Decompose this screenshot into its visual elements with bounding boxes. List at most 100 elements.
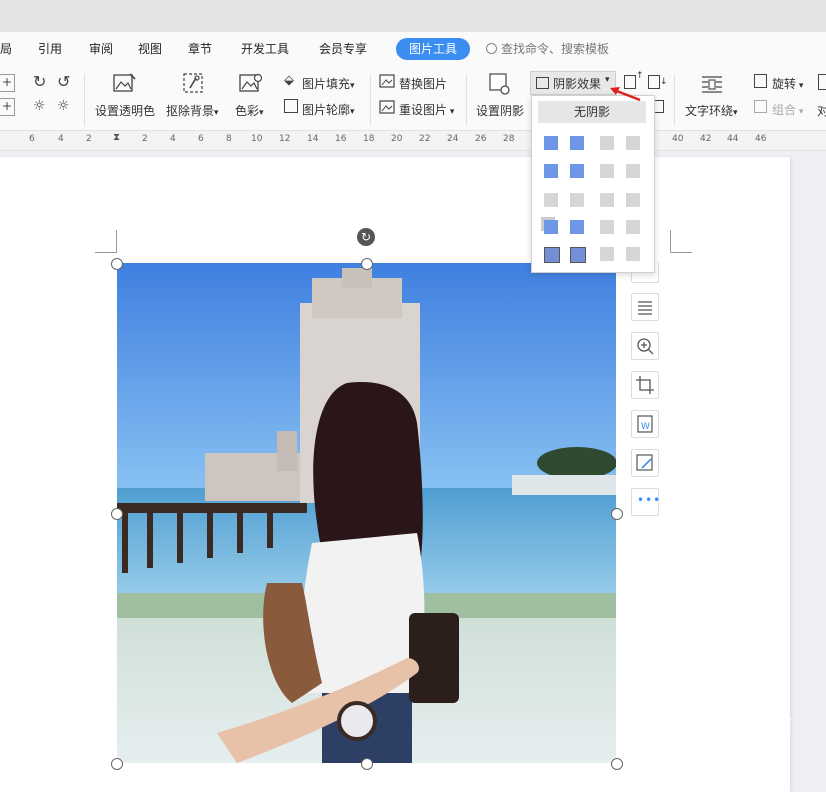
resize-handle-right[interactable]: [611, 508, 623, 520]
align-button[interactable]: 对: [817, 102, 826, 119]
ruler-tick: 28: [503, 134, 515, 144]
text-wrap-button[interactable]: 文字环绕▾: [685, 102, 738, 119]
shadow-option[interactable]: [544, 247, 560, 263]
resize-handle-top-left[interactable]: [111, 258, 123, 270]
ruler-tick: 8: [226, 134, 232, 144]
menu-references[interactable]: 引用: [38, 40, 62, 57]
selected-picture[interactable]: [117, 263, 616, 763]
crop-button[interactable]: [631, 371, 659, 399]
resize-handle-top[interactable]: [361, 258, 373, 270]
ruler-tick: 2: [86, 134, 92, 144]
search-input[interactable]: 查找命令、搜索模板: [486, 40, 609, 57]
rotate-right-icon[interactable]: ↺: [57, 72, 70, 91]
set-shadow-icon: [489, 73, 510, 95]
resize-handle-bottom[interactable]: [361, 758, 373, 770]
no-shadow-option[interactable]: 无阴影: [538, 101, 646, 123]
tab-picture-tools[interactable]: 图片工具: [396, 38, 470, 60]
ruler-tick: 12: [279, 134, 291, 144]
shadow-effect-dropdown: 无阴影: [531, 95, 655, 273]
search-placeholder: 查找命令、搜索模板: [501, 42, 610, 56]
set-transparent-icon: [113, 73, 136, 92]
title-strip: [0, 0, 826, 32]
picture-edit-icon: [636, 454, 653, 471]
shadow-option[interactable]: [544, 164, 558, 178]
color-icon: [239, 73, 263, 92]
ruler-tick: 18: [363, 134, 375, 144]
shadow-option[interactable]: [600, 136, 614, 150]
menu-layout[interactable]: 局: [0, 40, 12, 57]
baidu-watermark: Baidu经验: [640, 707, 793, 740]
convert-to-text-button[interactable]: W: [631, 410, 659, 438]
ruler-tick: 24: [447, 134, 459, 144]
ruler-tick: 10: [251, 134, 263, 144]
plus-icon[interactable]: +: [0, 74, 15, 92]
ruler-tick: 40: [672, 134, 684, 144]
svg-text:W: W: [641, 422, 650, 432]
search-icon: [486, 43, 497, 54]
shadow-option[interactable]: [626, 220, 640, 234]
brightness-down-icon[interactable]: ☼: [57, 98, 70, 114]
shadow-option[interactable]: [626, 164, 640, 178]
horizontal-ruler: 6 4 2 ⧗ 2 4 6 8 10 12 14 16 18 20 22 24 …: [0, 131, 826, 151]
picture-edit-button[interactable]: [631, 449, 659, 477]
ruler-tick: 6: [29, 134, 35, 144]
shadow-option[interactable]: [544, 220, 558, 234]
set-shadow-button[interactable]: 设置阴影: [476, 102, 524, 119]
shadow-option[interactable]: [570, 220, 584, 234]
resize-handle-left[interactable]: [111, 508, 123, 520]
text-wrap-icon: [702, 76, 722, 93]
group-button[interactable]: 组合 ▾: [772, 101, 803, 118]
more-options-button[interactable]: •••: [631, 488, 662, 516]
layout-options-button[interactable]: [631, 293, 659, 321]
shadow-square-icon: [536, 77, 549, 89]
menu-developer[interactable]: 开发工具: [241, 40, 289, 57]
brightness-up-icon[interactable]: ☼: [33, 98, 46, 114]
photo-illustration: [117, 263, 616, 763]
rotate-left-icon[interactable]: ↻: [33, 72, 46, 91]
shadow-option[interactable]: [570, 193, 584, 207]
replace-picture-button[interactable]: 替换图片: [399, 75, 447, 92]
picture-fill-button[interactable]: 图片填充▾: [302, 75, 355, 92]
shadow-option[interactable]: [626, 193, 640, 207]
remove-background-button[interactable]: 抠除背景▾: [166, 102, 219, 119]
zoom-button[interactable]: [631, 332, 659, 360]
shadow-option[interactable]: [544, 136, 558, 150]
ruler-tick: 14: [307, 134, 319, 144]
shadow-option[interactable]: [570, 164, 584, 178]
reset-picture-button[interactable]: 重设图片 ▾: [399, 101, 454, 118]
ruler-tick: 42: [700, 134, 712, 144]
shadow-option[interactable]: [600, 164, 614, 178]
nudge-down-icon[interactable]: ↓: [648, 75, 668, 89]
shadow-option[interactable]: [626, 136, 640, 150]
shadow-option[interactable]: [626, 247, 640, 261]
menu-view[interactable]: 视图: [138, 40, 162, 57]
rotate-icon: [754, 74, 767, 88]
reset-picture-icon: [379, 100, 395, 114]
shadow-option[interactable]: [600, 247, 614, 261]
picture-outline-button[interactable]: 图片轮廓▾: [302, 101, 355, 118]
red-arrow-annotation: [610, 87, 641, 102]
more-icon: •••: [637, 493, 662, 507]
color-button[interactable]: 色彩▾: [235, 102, 264, 119]
resize-handle-bottom-left[interactable]: [111, 758, 123, 770]
ruler-tick: 4: [170, 134, 176, 144]
shadow-option[interactable]: [600, 220, 614, 234]
set-transparent-button[interactable]: 设置透明色: [95, 102, 155, 119]
remove-background-icon: [183, 73, 203, 93]
shadow-option[interactable]: [570, 136, 584, 150]
resize-handle-bottom-right[interactable]: [611, 758, 623, 770]
picture-to-word-icon: W: [637, 415, 653, 433]
rotate-handle-icon[interactable]: ↻: [357, 228, 375, 246]
rotate-button[interactable]: 旋转 ▾: [772, 75, 803, 92]
nudge-right-icon[interactable]: [654, 100, 664, 113]
menu-section[interactable]: 章节: [188, 40, 212, 57]
menu-review[interactable]: 审阅: [89, 40, 113, 57]
plus-icon[interactable]: +: [0, 98, 15, 116]
indent-marker-icon[interactable]: ⧗: [113, 132, 120, 143]
shadow-option[interactable]: [600, 193, 614, 207]
shadow-effect-button[interactable]: 阴影效果 ▾: [530, 71, 616, 95]
shadow-option[interactable]: [544, 193, 558, 207]
outline-icon: [284, 99, 298, 113]
shadow-option[interactable]: [570, 247, 586, 263]
menu-member[interactable]: 会员专享: [319, 40, 367, 57]
